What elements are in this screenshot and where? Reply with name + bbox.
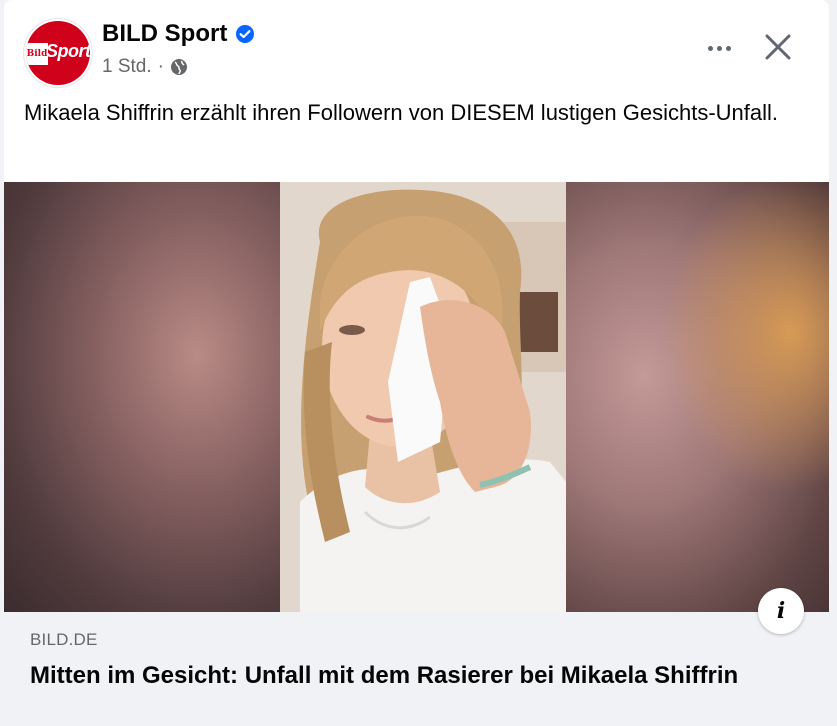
- post-meta: 1 Std. ·: [102, 56, 188, 78]
- verified-badge-icon: [236, 25, 255, 43]
- link-domain: BILD.DE: [30, 630, 98, 649]
- page-avatar[interactable]: Bild Sport: [23, 18, 93, 88]
- page-name-row: BILD Sport: [102, 20, 255, 48]
- post-media[interactable]: [4, 182, 829, 612]
- sport-logo-text: Sport: [46, 41, 90, 61]
- page-name-link[interactable]: BILD Sport: [102, 20, 227, 48]
- video-frame-illustration: [280, 182, 566, 612]
- close-button[interactable]: [756, 25, 800, 69]
- post-timestamp[interactable]: 1 Std.: [102, 56, 152, 78]
- link-preview[interactable]: BILD.DE Mitten im Gesicht: Unfall mit de…: [4, 612, 829, 726]
- media-blur-left: [4, 182, 280, 612]
- post-text: Mikaela Shiffrin erzählt ihren Followern…: [24, 100, 779, 125]
- post-card: Bild Sport BILD Sport 1 Std. · Mikaela S…: [4, 0, 829, 726]
- info-icon: i: [776, 598, 786, 624]
- more-options-icon: [707, 45, 713, 51]
- more-options-dot: [725, 45, 731, 51]
- bild-sport-logo: Bild Sport: [26, 21, 90, 85]
- link-title[interactable]: Mitten im Gesicht: Unfall mit dem Rasier…: [30, 660, 790, 692]
- media-blur-right: [566, 182, 829, 612]
- more-options-dot: [716, 45, 722, 51]
- close-icon: [765, 34, 791, 60]
- meta-separator: ·: [157, 56, 164, 77]
- globe-icon[interactable]: [170, 58, 188, 76]
- more-options-button[interactable]: [699, 28, 739, 68]
- info-button[interactable]: i: [758, 588, 804, 634]
- bild-logo-box: Bild: [26, 43, 48, 65]
- video-thumbnail[interactable]: [280, 182, 566, 612]
